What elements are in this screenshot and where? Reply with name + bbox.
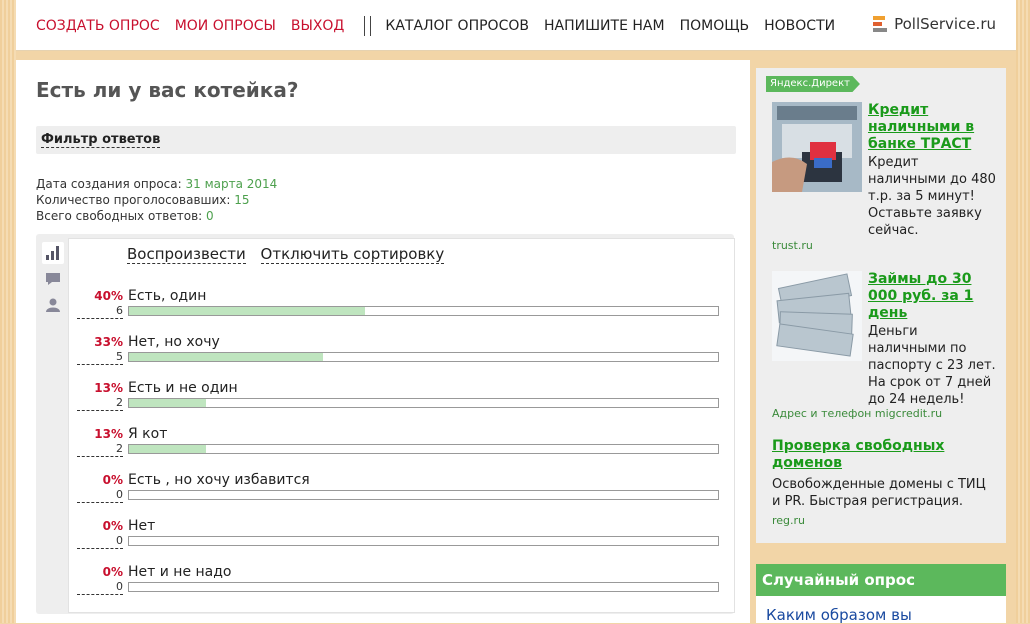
answer-label: Есть , но хочу избавится [128,472,310,488]
nav-help[interactable]: ПОМОЩЬ [680,18,750,34]
results-panel: Воспроизвести Отключить сортировку 40% 6 Е… [68,238,735,613]
answer-percent: 33% [94,335,123,349]
answer-count[interactable]: 0 [77,488,123,503]
ad-image-card-payment[interactable] [772,102,862,192]
answer-count[interactable]: 2 [77,396,123,411]
left-decor-strip [0,0,16,623]
comments-view-button[interactable] [42,268,64,290]
user-icon [46,298,60,312]
ad-text: Кредит наличными до 480 т.р. за 5 минут!… [868,155,996,238]
results-actions: Воспроизвести Отключить сортировку [127,245,454,264]
filter-answers-link[interactable]: Фильтр ответов [41,132,161,148]
answer-percent: 13% [94,427,123,441]
answer-progress-bar [128,490,719,500]
stat-created: Дата создания опроса: 31 марта 2014 [36,176,277,192]
stat-created-label: Дата создания опроса: [36,177,182,191]
answer-progress-bar [128,306,719,316]
results-box: Воспроизвести Отключить сортировку 40% 6 Е… [36,234,735,614]
ad-title[interactable]: Проверка свободных доменов [772,438,992,472]
answer-progress-fill [129,353,324,361]
disable-sorting-link[interactable]: Отключить сортировку [260,246,445,264]
filter-bar: Фильтр ответов [36,126,736,154]
answer-label: Нет [128,518,156,534]
answer-row: 0% 0 Нет [69,515,734,561]
answer-label: Нет, но хочу [128,334,220,350]
ad-text: Освобожденные домены с ТИЦ и PR. Быстрая… [772,477,986,509]
answer-count[interactable]: 0 [77,534,123,549]
banknotes-image [772,271,862,361]
poll-logo-icon [873,16,888,32]
yandex-direct-badge[interactable]: Яндекс.Директ [766,76,860,92]
stat-voted-label: Количество проголосовавших: [36,193,231,207]
answer-label: Нет и не надо [128,564,232,580]
answer-count[interactable]: 2 [77,442,123,457]
nav-create-poll[interactable]: СОЗДАТЬ ОПРОС [36,18,160,34]
answer-count[interactable]: 0 [77,580,123,595]
answer-progress-fill [129,399,206,407]
nav-contact-us[interactable]: НАПИШИТЕ НАМ [544,18,665,34]
answer-row: 13% 2 Я кот [69,423,734,469]
answer-progress-bar [128,444,719,454]
answer-row: 33% 5 Нет, но хочу [69,331,734,377]
stat-free-value: 0 [206,209,214,223]
answer-progress-bar [128,398,719,408]
stat-free-label: Всего свободных ответов: [36,209,203,223]
nav-my-polls[interactable]: МОИ ОПРОСЫ [175,18,276,34]
answer-percent: 0% [102,519,123,533]
random-poll-link[interactable]: Каким образом вы [766,606,1006,624]
view-toolbar [42,242,64,320]
answer-row: 0% 0 Есть , но хочу избавится [69,469,734,515]
answer-label: Есть, один [128,288,207,304]
nav-menu: СОЗДАТЬ ОПРОС МОИ ОПРОСЫ ВЫХОД КАТАЛОГ О… [36,16,850,36]
ad-domain[interactable]: Адрес и телефон migcredit.ru [772,407,942,420]
comment-icon [46,273,60,285]
stat-voted: Количество проголосовавших: 15 [36,192,277,208]
random-poll-heading: Случайный опрос [756,564,1006,596]
answer-progress-bar [128,582,719,592]
answer-percent: 13% [94,381,123,395]
nav-separator [364,16,372,36]
right-decor-strip [1016,0,1030,623]
random-poll-box: Случайный опрос Каким образом вы [756,564,1006,624]
ad-text: Деньги наличными по паспорту с 23 лет. Н… [868,324,996,407]
answer-count[interactable]: 5 [77,350,123,365]
top-navigation: СОЗДАТЬ ОПРОС МОИ ОПРОСЫ ВЫХОД КАТАЛОГ О… [16,0,1016,51]
bar-chart-icon [46,246,59,260]
stat-created-value: 31 марта 2014 [185,177,278,191]
brand-logo[interactable]: PollService.ru [873,15,996,33]
answer-progress-bar [128,352,719,362]
answer-progress-bar [128,536,719,546]
answer-count[interactable]: 6 [77,304,123,319]
answer-row: 40% 6 Есть, один [69,285,734,331]
page-title: Есть ли у вас котейка? [36,78,299,102]
answer-row: 13% 2 Есть и не один [69,377,734,423]
ad-title[interactable]: Займы до 30 000 руб. за 1 день [868,271,998,322]
nav-logout[interactable]: ВЫХОД [291,18,345,34]
ad-title[interactable]: Кредит наличными в банке ТРАСТ [868,102,998,153]
answer-row: 0% 0 Нет и не надо [69,561,734,607]
brand-name: PollService.ru [894,15,996,33]
stat-free: Всего свободных ответов: 0 [36,208,277,224]
ad-image-banknotes[interactable] [772,271,862,361]
main-content: Есть ли у вас котейка? Фильтр ответов Да… [16,60,750,623]
poll-stats: Дата создания опроса: 31 марта 2014 Коли… [36,176,277,224]
card-payment-image [772,102,862,192]
answer-progress-fill [129,307,365,315]
ad-domain[interactable]: reg.ru [772,514,805,527]
chart-view-button[interactable] [42,242,64,264]
answer-percent: 0% [102,473,123,487]
ads-sidebar: Яндекс.Директ Кредит наличными в банке Т… [756,68,1006,543]
answer-percent: 0% [102,565,123,579]
stat-voted-value: 15 [234,193,250,207]
nav-news[interactable]: НОВОСТИ [764,18,835,34]
answer-progress-fill [129,445,206,453]
replay-link[interactable]: Воспроизвести [127,246,246,264]
answer-label: Я кот [128,426,168,442]
nav-poll-catalog[interactable]: КАТАЛОГ ОПРОСОВ [385,18,529,34]
answer-percent: 40% [94,289,123,303]
answer-label: Есть и не один [128,380,238,396]
ad-domain[interactable]: trust.ru [772,239,813,252]
voters-view-button[interactable] [42,294,64,316]
